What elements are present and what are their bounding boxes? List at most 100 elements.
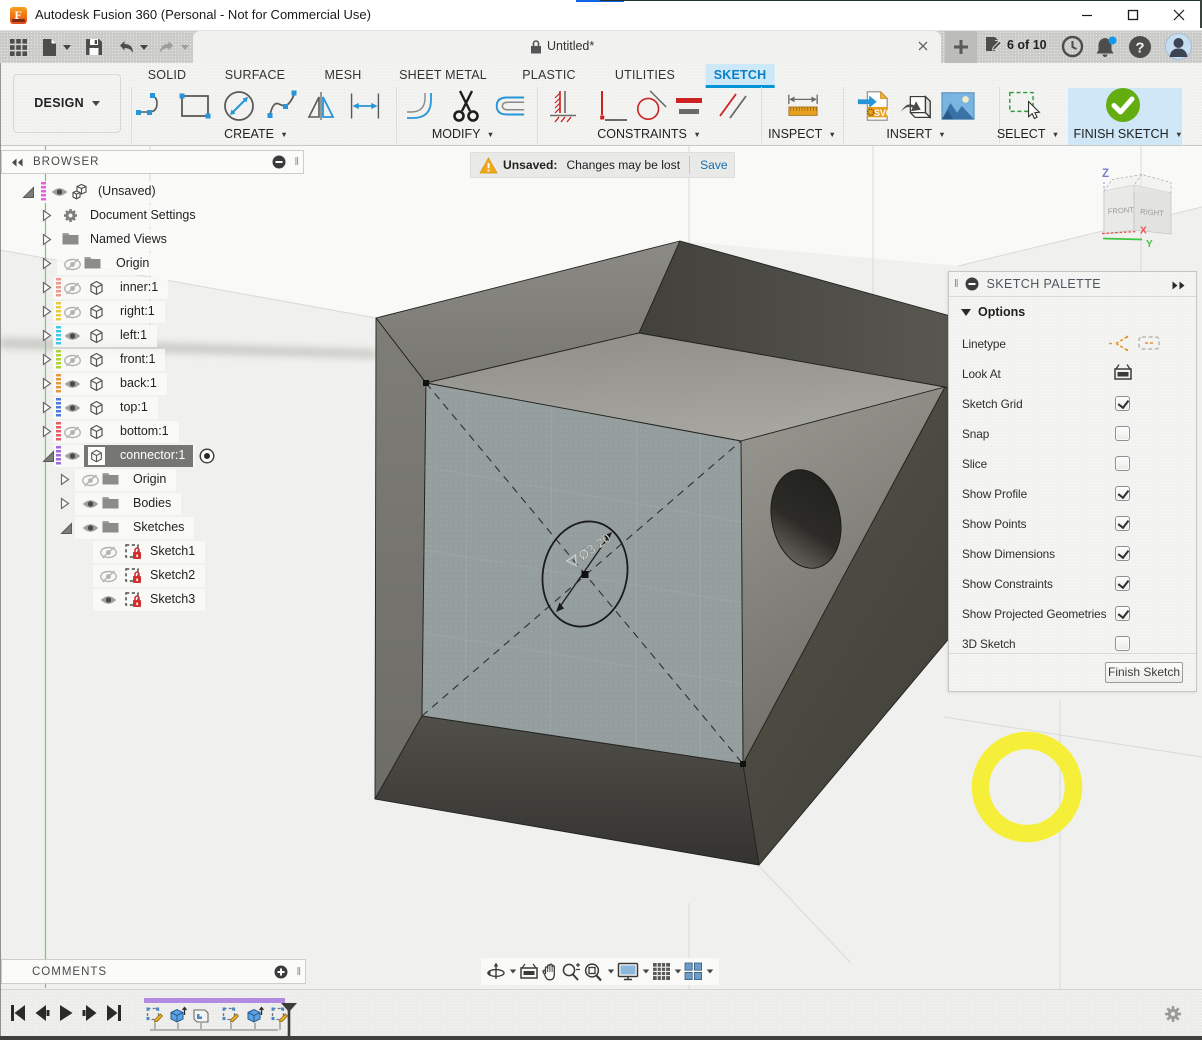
minimize-button[interactable] (1064, 0, 1110, 29)
orbit-button[interactable] (486, 962, 517, 982)
workspace-selector[interactable]: DESIGN (13, 74, 121, 133)
tree-expanded-icon[interactable] (60, 522, 73, 535)
browser-row-sketch1[interactable]: Sketch1 (0, 540, 320, 564)
tree-collapsed-icon[interactable] (42, 233, 52, 246)
close-button[interactable] (1156, 0, 1202, 29)
visibility-off-icon[interactable] (82, 474, 99, 487)
browser-row-right-1[interactable]: right:1 (0, 300, 320, 324)
browser-row-sketches[interactable]: Sketches (0, 516, 320, 540)
browser-row-named-views[interactable]: Named Views (0, 228, 320, 252)
browser-row-label[interactable]: back:1 (120, 376, 157, 390)
insert-svg-button[interactable]: SVG (856, 89, 890, 123)
browser-row-label[interactable]: front:1 (120, 352, 155, 366)
file-menu-button[interactable] (42, 35, 71, 59)
browser-row-label[interactable]: connector:1 (120, 448, 185, 462)
visibility-on-icon[interactable] (64, 402, 81, 414)
checkbox-slice[interactable] (1115, 456, 1130, 471)
tree-collapsed-icon[interactable] (42, 353, 52, 366)
tree-collapsed-icon[interactable] (42, 377, 52, 390)
constraint-tangent-button[interactable] (634, 89, 668, 123)
finish-sketch-palette-button[interactable]: Finish Sketch (1105, 662, 1183, 683)
comments-bar[interactable]: COMMENTS ‖ (1, 959, 306, 984)
browser-row-left-1[interactable]: left:1 (0, 324, 320, 348)
tree-collapsed-icon[interactable] (42, 329, 52, 342)
redo-button[interactable] (158, 35, 189, 59)
browser-row-label[interactable]: Origin (116, 256, 149, 270)
save-link[interactable]: Save (700, 158, 728, 172)
visibility-on-icon[interactable] (82, 498, 99, 510)
checkbox-sketch-grid[interactable] (1115, 396, 1130, 411)
tool-dimension-button[interactable] (348, 89, 382, 123)
browser-row-label[interactable]: right:1 (120, 304, 155, 318)
visibility-on-icon[interactable] (100, 594, 117, 606)
visibility-on-icon[interactable] (51, 186, 68, 198)
tree-collapsed-icon[interactable] (42, 281, 52, 294)
group-label-constraints[interactable]: CONSTRAINTS ▼ (597, 127, 701, 141)
constraint-parallel-button[interactable] (716, 89, 750, 123)
timeline-step-forward-button[interactable] (82, 1004, 98, 1027)
visibility-on-icon[interactable] (64, 450, 81, 462)
new-tab-button[interactable] (945, 31, 977, 63)
tool-measure-button[interactable] (786, 89, 820, 123)
tool-spline-button[interactable] (266, 89, 300, 123)
tab-close-button[interactable] (915, 38, 931, 54)
tree-expanded-icon[interactable] (22, 186, 35, 199)
comments-grip[interactable]: ‖ (296, 966, 301, 978)
ribbon-tab-utilities[interactable]: UTILITIES (607, 64, 683, 87)
help-button[interactable]: ? (1128, 35, 1152, 64)
browser-row-label[interactable]: Origin (133, 472, 166, 486)
zoom-button[interactable] (561, 962, 582, 982)
tree-collapsed-icon[interactable] (60, 473, 70, 486)
group-label-insert[interactable]: INSERT ▼ (886, 127, 945, 141)
constraint-equal-button[interactable] (672, 89, 706, 123)
browser-row-inner-1[interactable]: inner:1 (0, 276, 320, 300)
visibility-off-icon[interactable] (100, 546, 117, 559)
grid-button[interactable] (652, 962, 682, 981)
group-label-inspect[interactable]: INSPECT ▼ (768, 127, 836, 141)
visibility-off-icon[interactable] (64, 426, 81, 439)
timeline-settings-gear-icon[interactable] (1164, 1005, 1182, 1023)
viewports-button[interactable] (684, 962, 714, 981)
zoom-window-button[interactable] (583, 962, 615, 982)
browser-row-label[interactable]: Document Settings (90, 208, 196, 222)
browser-row-label[interactable]: Sketch2 (150, 568, 195, 582)
tool-offset-button[interactable] (492, 89, 526, 123)
browser-row-label[interactable]: Sketches (133, 520, 184, 534)
checkbox-show-constraints[interactable] (1115, 576, 1130, 591)
browser-row-origin[interactable]: Origin (0, 468, 320, 492)
document-tab[interactable]: Untitled* (193, 31, 941, 63)
visibility-off-icon[interactable] (100, 570, 117, 583)
browser-row-label[interactable]: Sketch3 (150, 592, 195, 606)
browser-row-bottom-1[interactable]: bottom:1 (0, 420, 320, 444)
ribbon-tab-sketch[interactable]: SKETCH (706, 64, 775, 88)
app-grid-button[interactable] (10, 35, 27, 59)
construction-linetype-icon[interactable] (1107, 334, 1129, 353)
look-at-icon[interactable] (1113, 363, 1133, 381)
activate-component-radio[interactable] (199, 448, 215, 464)
ribbon-tab-surface[interactable]: SURFACE (217, 64, 293, 87)
browser-row-front-1[interactable]: front:1 (0, 348, 320, 372)
tool-fillet-button[interactable] (405, 89, 439, 123)
browser-row-label[interactable]: bottom:1 (120, 424, 169, 438)
browser-row--unsaved-[interactable]: (Unsaved) (0, 180, 320, 204)
visibility-off-icon[interactable] (64, 282, 81, 295)
tree-collapsed-icon[interactable] (42, 401, 52, 414)
checkbox-snap[interactable] (1115, 426, 1130, 441)
browser-row-label[interactable]: top:1 (120, 400, 148, 414)
palette-minimize-icon[interactable] (965, 277, 979, 291)
tree-collapsed-icon[interactable] (42, 257, 52, 270)
centerline-linetype-icon[interactable] (1137, 334, 1161, 352)
look-at-button[interactable] (519, 963, 539, 980)
browser-row-label[interactable]: Bodies (133, 496, 171, 510)
checkbox-show-dimensions[interactable] (1115, 546, 1130, 561)
maximize-button[interactable] (1110, 0, 1156, 29)
ribbon-tab-mesh[interactable]: MESH (317, 64, 370, 87)
checkbox-show-profile[interactable] (1115, 486, 1130, 501)
timeline-skip-end-button[interactable] (106, 1004, 122, 1027)
browser-minimize-icon[interactable] (272, 155, 286, 169)
save-button[interactable] (86, 35, 102, 59)
timeline-marker[interactable] (280, 1002, 298, 1036)
tree-collapsed-icon[interactable] (42, 209, 52, 222)
visibility-off-icon[interactable] (64, 306, 81, 319)
constraint-vertical-horizontal-button[interactable] (595, 89, 629, 123)
